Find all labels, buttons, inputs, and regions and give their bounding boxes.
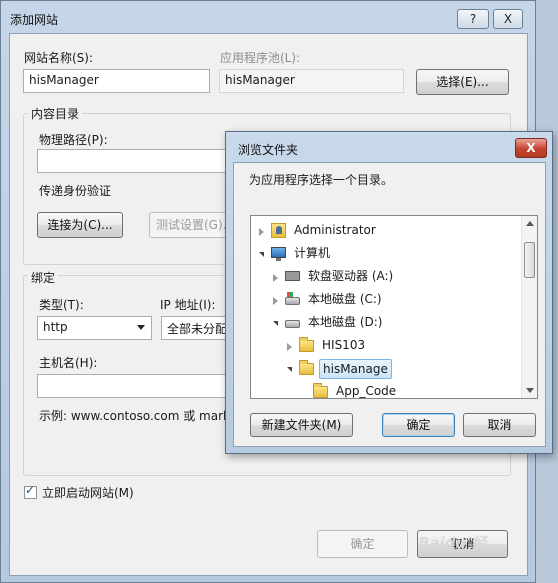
tree-item[interactable]: Administrator [251, 220, 521, 242]
tree-item-label: 计算机 [294, 246, 331, 260]
tree-item[interactable]: 计算机 [251, 243, 521, 265]
expand-closed-icon[interactable] [287, 343, 292, 351]
scroll-up-icon[interactable] [526, 221, 534, 226]
chevron-down-icon [137, 325, 145, 330]
start-immediately-checkbox[interactable]: ✓ [24, 483, 37, 499]
hostname-example-text: 示例: www.contoso.com 或 mark [39, 409, 229, 423]
select-app-pool-button[interactable]: 选择(E)... [416, 69, 509, 95]
physical-path-input[interactable] [37, 149, 237, 173]
browse-cancel-button[interactable]: 取消 [463, 413, 536, 437]
tree-scrollbar[interactable] [521, 216, 537, 398]
start-immediately-label: 立即启动网站(M) [42, 486, 134, 500]
scrollbar-thumb[interactable] [524, 242, 535, 278]
drive-icon [285, 320, 300, 328]
binding-type-select[interactable]: http [37, 316, 152, 340]
expand-closed-icon[interactable] [273, 274, 278, 282]
new-folder-button[interactable]: 新建文件夹(M) [250, 413, 353, 437]
binding-type-value: http [43, 320, 68, 334]
tree-item-label: hisManage [319, 359, 392, 379]
browse-dialog-body: 为应用程序选择一个目录。 Administrator 计算机软盘驱动器 (A:) 本… [233, 162, 546, 447]
expand-closed-icon[interactable] [273, 297, 278, 305]
close-button[interactable]: X [493, 9, 523, 29]
browse-folder-dialog: 浏览文件夹 X 为应用程序选择一个目录。 Administrator 计算机软盘驱… [225, 131, 553, 454]
ip-address-label: IP 地址(I): [160, 298, 216, 312]
tree-item[interactable]: HIS103 [251, 335, 521, 357]
expand-open-icon[interactable] [259, 252, 264, 257]
tree-item-label: 本地磁盘 (D:) [308, 315, 383, 329]
site-name-input[interactable]: hisManager [23, 69, 210, 93]
tree-item-label: HIS103 [322, 338, 366, 352]
tree-item[interactable]: 本地磁盘 (C:) [251, 289, 521, 311]
browse-close-button[interactable]: X [515, 138, 547, 158]
site-name-label: 网站名称(S): [24, 51, 94, 65]
physical-path-label: 物理路径(P): [39, 133, 108, 147]
expand-closed-icon[interactable] [259, 228, 264, 236]
computer-icon [271, 247, 286, 261]
connect-as-button[interactable]: 连接为(C)... [37, 212, 123, 238]
ok-button: 确定 [317, 530, 408, 558]
folder-icon [313, 383, 328, 398]
os-drive-icon [285, 292, 300, 305]
folder-tree[interactable]: Administrator 计算机软盘驱动器 (A:) 本地磁盘 (C:) 本地磁盘 … [250, 215, 538, 399]
expand-open-icon[interactable] [287, 367, 292, 372]
floppy-drive-icon [285, 271, 300, 281]
browse-ok-button[interactable]: 确定 [382, 413, 455, 437]
tree-item-label: 本地磁盘 (C:) [308, 292, 382, 306]
watermark-logo: Baidu 经 [418, 534, 487, 552]
browse-prompt: 为应用程序选择一个目录。 [249, 173, 394, 187]
app-pool-label: 应用程序池(L): [220, 51, 301, 65]
tree-item-label: 软盘驱动器 (A:) [308, 269, 394, 283]
browse-dialog-title: 浏览文件夹 [238, 143, 299, 157]
help-button[interactable]: ? [457, 9, 489, 29]
hostname-label: 主机名(H): [39, 356, 98, 370]
pass-through-auth-label: 传递身份验证 [39, 184, 112, 198]
folder-icon [299, 360, 314, 375]
checkmark-icon: ✓ [25, 483, 36, 497]
tree-item-label: App_Code [336, 384, 397, 398]
ip-address-select[interactable]: 全部未分配 [161, 316, 231, 340]
user-folder-icon [271, 223, 286, 238]
tree-item-label: Administrator [294, 223, 376, 237]
hostname-input[interactable] [37, 374, 237, 398]
expand-open-icon[interactable] [273, 321, 278, 326]
tree-item[interactable]: 本地磁盘 (D:) [251, 312, 521, 334]
binding-type-label: 类型(T): [39, 298, 84, 312]
tree-item[interactable]: 软盘驱动器 (A:) [251, 266, 521, 288]
folder-icon [299, 337, 314, 352]
dialog-title: 添加网站 [10, 13, 59, 27]
tree-item[interactable]: App_Code [251, 381, 521, 398]
tree-item[interactable]: hisManage [251, 358, 521, 380]
content-directory-title: 内容目录 [28, 105, 83, 122]
scroll-down-icon[interactable] [526, 388, 534, 393]
binding-title: 绑定 [28, 269, 59, 286]
app-pool-field: hisManager [219, 69, 404, 93]
